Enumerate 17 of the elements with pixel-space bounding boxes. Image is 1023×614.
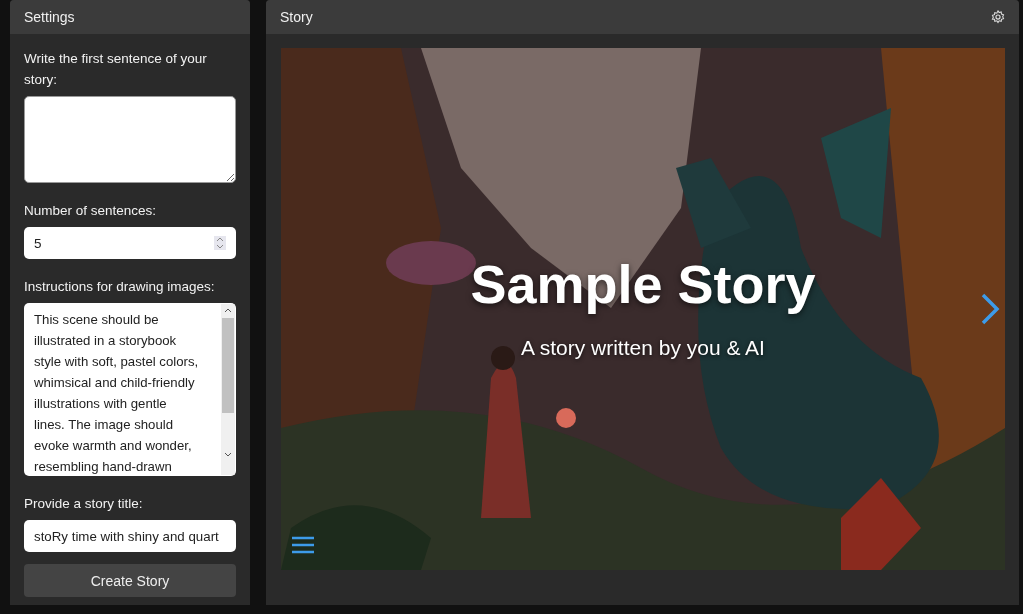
title-field[interactable]: stoRy time with shiny and quart [24, 520, 236, 552]
scrollbar[interactable] [221, 304, 235, 475]
field-label: Instructions for drawing images: [24, 278, 216, 296]
create-story-button[interactable]: Create Story [24, 564, 236, 597]
panel-title: Settings [24, 9, 75, 25]
number-field[interactable]: 5 [24, 227, 236, 259]
slide-title: Sample Story [470, 253, 816, 316]
field-label: Write the first sentence of your story: [24, 50, 208, 89]
panel-title: Story [280, 9, 313, 25]
field-label: Number of sentences: [24, 202, 158, 220]
spinner-icon[interactable] [214, 236, 226, 250]
slide-subtitle: A story written by you & AI [521, 336, 765, 360]
menu-icon[interactable] [292, 536, 314, 554]
field-label: Provide a story title: [24, 495, 144, 513]
instructions-field[interactable]: This scene should be illustrated in a storybook style with soft, pastel colors, whimsical and child-friendly illustrations with gentle lines. The image should evoke warmth and wonder, resembling hand-drawn [24, 303, 236, 476]
sentence-field[interactable] [24, 96, 236, 183]
settings-icon[interactable] [991, 10, 1005, 24]
